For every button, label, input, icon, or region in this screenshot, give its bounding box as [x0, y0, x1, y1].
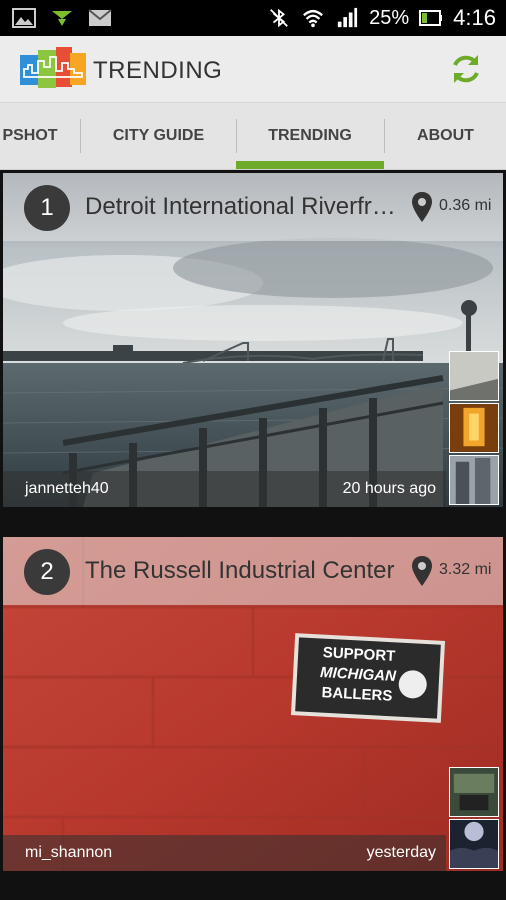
refresh-icon[interactable] [448, 51, 484, 87]
distance-label: 3.32 mi [439, 561, 492, 578]
card-footer: jannetteh40 20 hours ago [3, 471, 446, 507]
rank-badge: 1 [24, 185, 70, 231]
sign-text: SUPPORT MICHIGAN BALLERS [302, 642, 415, 708]
bluetooth-icon [270, 8, 289, 28]
battery-percent: 25% [369, 6, 410, 29]
timestamp-label: 20 hours ago [342, 480, 436, 497]
clock: 4:16 [453, 5, 496, 30]
battery-icon [419, 10, 443, 26]
card-footer: mi_shannon yesterday [3, 835, 446, 871]
riverfront-photo-thumb[interactable] [449, 351, 499, 401]
download-arrow-icon [52, 11, 72, 26]
tab-bar: PSHOT CITY GUIDE TRENDING ABOUT [0, 103, 506, 170]
building-photo-thumb[interactable] [449, 455, 499, 505]
page-title: TRENDING [93, 57, 223, 84]
card-header: 2 The Russell Industrial Center 3.32 mi [3, 537, 503, 605]
tab-snapshot[interactable]: PSHOT [0, 103, 70, 169]
location-pin-icon [412, 192, 432, 222]
wifi-icon [303, 9, 324, 28]
place-name[interactable]: Detroit International Riverfront [85, 193, 400, 221]
event-photo-thumb[interactable] [449, 767, 499, 817]
trending-card[interactable]: SUPPORT MICHIGAN BALLERS 2 The Russell I… [3, 537, 503, 871]
status-bar: 25% 4:16 [0, 0, 506, 36]
signal-icon [337, 7, 358, 28]
timestamp-label: yesterday [366, 844, 436, 861]
card-header: 1 Detroit International Riverfront 0.36 … [3, 173, 503, 241]
gmail-icon [88, 9, 112, 26]
gallery-icon [12, 8, 36, 28]
distance-label: 0.36 mi [439, 197, 492, 214]
username-label[interactable]: jannetteh40 [25, 480, 109, 498]
city-skyline-logo-icon [20, 47, 86, 88]
crowd-photo-thumb[interactable] [449, 819, 499, 869]
trending-card[interactable]: 1 Detroit International Riverfront 0.36 … [3, 173, 503, 507]
card-separator [0, 507, 506, 537]
username-label[interactable]: mi_shannon [25, 844, 112, 862]
action-bar: TRENDING [0, 36, 506, 103]
thumbnail-strip [449, 351, 501, 505]
sunset-photo-thumb[interactable] [449, 403, 499, 453]
rank-badge: 2 [24, 549, 70, 595]
thumbnail-strip [449, 767, 501, 869]
card-separator [0, 871, 506, 900]
tab-about[interactable]: ABOUT [385, 103, 506, 169]
tab-city-guide[interactable]: CITY GUIDE [81, 103, 236, 169]
location-pin-icon [412, 556, 432, 586]
tab-trending[interactable]: TRENDING [236, 103, 384, 169]
place-name[interactable]: The Russell Industrial Center [85, 557, 400, 585]
